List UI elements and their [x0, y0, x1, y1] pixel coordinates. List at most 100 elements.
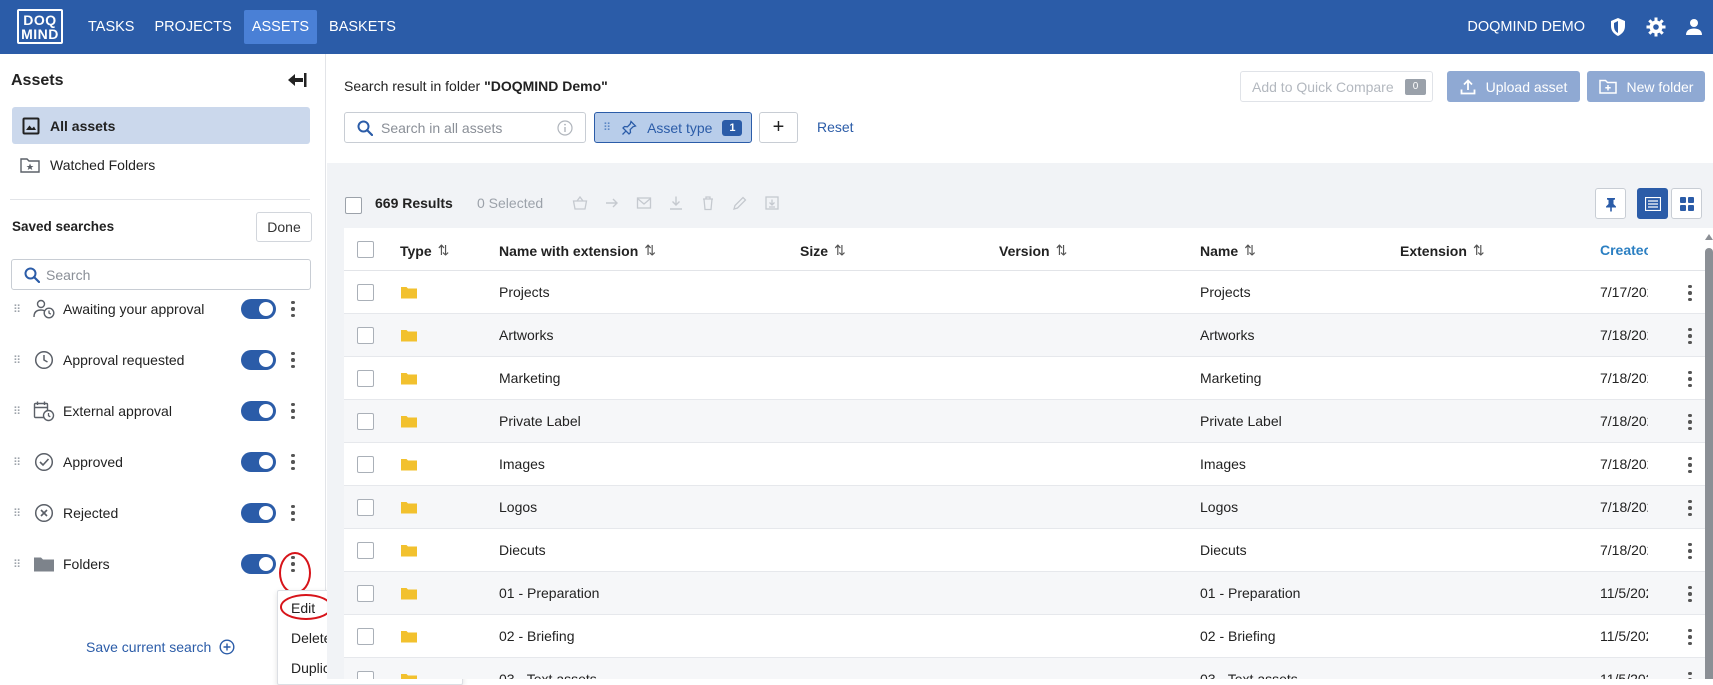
drag-handle-icon[interactable]: ⠿	[603, 121, 611, 134]
pin-view-button[interactable]	[1595, 188, 1626, 219]
drag-handle-icon[interactable]: ⠿	[13, 354, 21, 367]
row-checkbox[interactable]	[357, 542, 374, 559]
table-row[interactable]: Artworks Artworks 7/18/202	[344, 314, 1713, 357]
header-checkbox[interactable]	[357, 241, 374, 258]
pencil-icon[interactable]	[732, 195, 748, 211]
nav-assets[interactable]: ASSETS	[243, 10, 318, 44]
download-icon[interactable]	[668, 195, 684, 211]
nav-baskets[interactable]: BASKETS	[321, 10, 404, 44]
sort-icon[interactable]: ⇅	[438, 242, 450, 259]
column-header-name-with-extension[interactable]: Name with extension ⇅	[499, 242, 656, 259]
toggle-switch[interactable]	[241, 401, 276, 421]
row-checkbox[interactable]	[357, 413, 374, 430]
sidebar-item-watched-folders[interactable]: Watched Folders	[20, 150, 155, 180]
row-more-options-icon[interactable]	[1684, 540, 1696, 562]
shield-icon[interactable]	[1599, 0, 1637, 54]
row-more-options-icon[interactable]	[1684, 626, 1696, 648]
row-checkbox[interactable]	[357, 628, 374, 645]
row-more-options-icon[interactable]	[1684, 282, 1696, 304]
table-row[interactable]: 01 - Preparation 01 - Preparation 11/5/202	[344, 572, 1713, 615]
toggle-switch[interactable]	[241, 503, 276, 523]
table-row[interactable]: Marketing Marketing 7/18/202	[344, 357, 1713, 400]
more-options-icon[interactable]	[287, 502, 299, 524]
column-header-version[interactable]: Version ⇅	[999, 242, 1067, 259]
table-row[interactable]: 03 - Text assets 03 - Text assets 11/5/202	[344, 658, 1713, 679]
saved-search-input[interactable]: Search	[11, 259, 311, 290]
new-folder-button[interactable]: New folder	[1587, 71, 1705, 102]
more-options-icon[interactable]	[287, 298, 299, 320]
row-more-options-icon[interactable]	[1684, 497, 1696, 519]
info-icon[interactable]	[557, 119, 573, 136]
sort-icon[interactable]: ⇅	[644, 242, 656, 259]
mail-icon[interactable]	[636, 195, 652, 211]
drag-handle-icon[interactable]: ⠿	[13, 303, 21, 316]
grid-view-button[interactable]	[1671, 188, 1702, 219]
column-header-created[interactable]: Createc	[1600, 242, 1648, 258]
table-row[interactable]: Private Label Private Label 7/18/202	[344, 400, 1713, 443]
row-more-options-icon[interactable]	[1684, 583, 1696, 605]
nav-projects[interactable]: PROJECTS	[146, 10, 239, 44]
row-more-options-icon[interactable]	[1684, 669, 1696, 679]
gear-icon[interactable]	[1637, 0, 1675, 54]
row-checkbox[interactable]	[357, 499, 374, 516]
trash-icon[interactable]	[700, 195, 716, 211]
saved-search-folders[interactable]: ⠿ Folders	[0, 549, 326, 579]
toggle-switch[interactable]	[241, 350, 276, 370]
add-to-quick-compare-button[interactable]: Add to Quick Compare 0	[1240, 71, 1433, 102]
drag-handle-icon[interactable]: ⠿	[13, 558, 21, 571]
sort-icon[interactable]: ⇅	[1473, 242, 1485, 259]
more-options-icon[interactable]	[287, 349, 299, 371]
table-row[interactable]: Projects Projects 7/17/202	[344, 271, 1713, 314]
column-header-extension[interactable]: Extension ⇅	[1400, 242, 1485, 259]
drag-handle-icon[interactable]: ⠿	[13, 507, 21, 520]
scroll-up-arrow-icon[interactable]	[1705, 234, 1713, 240]
more-options-icon[interactable]	[287, 400, 299, 422]
tenant-name[interactable]: DOQMIND DEMO	[1467, 19, 1585, 35]
drag-handle-icon[interactable]: ⠿	[13, 405, 21, 418]
sort-icon[interactable]: ⇅	[834, 242, 846, 259]
column-header-type[interactable]: Type ⇅	[400, 242, 449, 259]
collapse-sidebar-icon[interactable]	[287, 72, 307, 88]
saved-search-awaiting-approval[interactable]: ⠿ Awaiting your approval	[0, 294, 326, 324]
saved-search-rejected[interactable]: ⠿ Rejected	[0, 498, 326, 528]
row-more-options-icon[interactable]	[1684, 454, 1696, 476]
toggle-switch[interactable]	[241, 554, 276, 574]
table-row[interactable]: 02 - Briefing 02 - Briefing 11/5/202	[344, 615, 1713, 658]
saved-search-approval-requested[interactable]: ⠿ Approval requested	[0, 345, 326, 375]
row-more-options-icon[interactable]	[1684, 411, 1696, 433]
doqmind-logo[interactable]: DOQ MIND	[17, 9, 63, 44]
sidebar-item-all-assets[interactable]: All assets	[12, 107, 310, 144]
sort-icon[interactable]: ⇅	[1056, 242, 1068, 259]
sort-icon[interactable]: ⇅	[1244, 242, 1256, 259]
done-button[interactable]: Done	[256, 212, 312, 242]
nav-tasks[interactable]: TASKS	[80, 10, 142, 44]
user-icon[interactable]	[1675, 0, 1713, 54]
row-more-options-icon[interactable]	[1684, 368, 1696, 390]
table-row[interactable]: Images Images 7/18/202	[344, 443, 1713, 486]
saved-search-approved[interactable]: ⠿ Approved	[0, 447, 326, 477]
list-view-button[interactable]	[1637, 188, 1668, 219]
row-checkbox[interactable]	[357, 370, 374, 387]
row-checkbox[interactable]	[357, 671, 374, 679]
asset-type-filter-chip[interactable]: ⠿ Asset type 1	[594, 112, 752, 143]
column-header-name[interactable]: Name ⇅	[1200, 242, 1256, 259]
column-header-size[interactable]: Size ⇅	[800, 242, 846, 259]
drag-handle-icon[interactable]: ⠿	[13, 456, 21, 469]
add-filter-button[interactable]: +	[759, 112, 798, 143]
row-checkbox[interactable]	[357, 585, 374, 602]
select-all-checkbox[interactable]	[345, 197, 362, 214]
arrow-right-icon[interactable]	[604, 195, 620, 211]
toggle-switch[interactable]	[241, 299, 276, 319]
row-checkbox[interactable]	[357, 327, 374, 344]
archive-icon[interactable]	[764, 195, 780, 211]
menu-item-delete[interactable]: Delete	[291, 630, 331, 646]
asset-search-input[interactable]: Search in all assets	[344, 112, 586, 143]
table-row[interactable]: Logos Logos 7/18/202	[344, 486, 1713, 529]
save-current-search-link[interactable]: Save current search	[86, 639, 235, 655]
table-row[interactable]: Diecuts Diecuts 7/18/202	[344, 529, 1713, 572]
table-scrollbar[interactable]	[1704, 234, 1713, 679]
row-checkbox[interactable]	[357, 284, 374, 301]
saved-search-external-approval[interactable]: ⠿ External approval	[0, 396, 326, 426]
upload-asset-button[interactable]: Upload asset	[1447, 71, 1580, 102]
basket-icon[interactable]	[572, 195, 588, 211]
